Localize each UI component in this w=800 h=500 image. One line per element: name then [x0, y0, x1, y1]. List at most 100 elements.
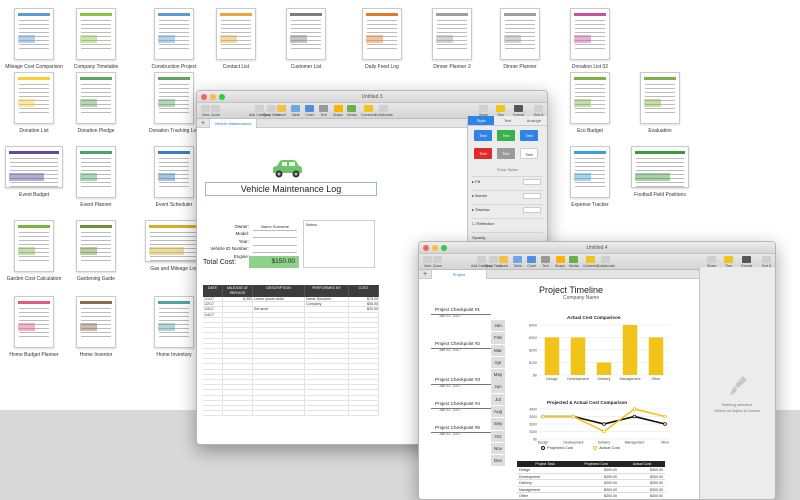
table-cell[interactable] — [253, 312, 305, 317]
table-cell[interactable] — [203, 322, 223, 328]
zoom-button[interactable] — [441, 245, 447, 251]
template-item[interactable]: Gardening Guide — [66, 220, 126, 282]
template-item[interactable]: Donation List 02 — [560, 8, 620, 70]
close-button[interactable] — [423, 245, 429, 251]
table-cell[interactable] — [223, 317, 253, 322]
toolbar-shape-button[interactable]: Shape — [555, 256, 565, 268]
bar[interactable] — [570, 337, 586, 376]
total-cost-value[interactable]: $150.00 — [249, 256, 299, 268]
table-cell[interactable]: Other — [517, 493, 573, 499]
table-cell[interactable] — [349, 322, 379, 328]
toolbar-chart-button[interactable]: Chart — [527, 256, 536, 268]
template-item[interactable]: Dinner Planner 2 — [422, 8, 482, 70]
text-style-swatch[interactable]: Text — [520, 130, 538, 141]
table-cell[interactable] — [203, 348, 223, 354]
inspector-row-reflection[interactable]: ☐ Reflection — [472, 218, 543, 228]
table-cell[interactable] — [305, 322, 349, 328]
table-cell[interactable] — [305, 338, 349, 343]
table-cell[interactable] — [305, 312, 349, 317]
table-cell[interactable] — [203, 359, 223, 364]
template-item[interactable]: Event Budget — [4, 146, 64, 198]
table-cell[interactable] — [223, 302, 253, 307]
table-cell[interactable]: $300.00 — [619, 480, 665, 486]
title-bar[interactable]: Untitled 4 — [419, 242, 775, 254]
table-cell[interactable] — [253, 374, 305, 379]
table-cell[interactable] — [253, 405, 305, 411]
toolbar-shape-button[interactable]: Shape — [333, 105, 343, 117]
data-point[interactable] — [571, 414, 576, 419]
table-cell[interactable] — [305, 390, 349, 395]
table-cell[interactable]: Lorem ipsum dolor — [253, 297, 305, 302]
template-item[interactable]: Donation Tracking Log — [144, 72, 204, 134]
table-cell[interactable] — [349, 380, 379, 385]
close-button[interactable] — [201, 94, 207, 100]
table-cell[interactable] — [349, 312, 379, 317]
toolbar-media-button[interactable]: Media — [569, 256, 579, 268]
table-cell[interactable] — [349, 333, 379, 338]
table-cell[interactable] — [305, 395, 349, 400]
data-point[interactable] — [602, 422, 606, 426]
minimize-button[interactable] — [210, 94, 216, 100]
show-styles-label[interactable]: Show Styles — [468, 168, 547, 172]
table-cell[interactable] — [203, 380, 223, 385]
table-cell[interactable] — [305, 343, 349, 348]
template-item[interactable]: Eco Budget — [560, 72, 620, 134]
table-cell[interactable] — [305, 328, 349, 333]
toolbar-zoom-button[interactable]: Zoom — [433, 256, 442, 268]
table-cell[interactable] — [223, 307, 253, 312]
table-cell[interactable] — [305, 405, 349, 411]
table-cell[interactable] — [349, 395, 379, 400]
table-cell[interactable] — [203, 385, 223, 390]
field-input[interactable] — [253, 244, 297, 246]
table-cell[interactable] — [253, 364, 305, 369]
table-cell[interactable]: Delivery — [517, 480, 573, 486]
table-cell[interactable] — [253, 317, 305, 322]
table-cell[interactable]: $300.00 — [619, 467, 665, 473]
checkpoint[interactable]: Project Checkpoint #2 Jan 22, 2017 — [431, 341, 491, 352]
table-cell[interactable] — [223, 343, 253, 348]
checkpoint[interactable]: Project Checkpoint #3 Jan 22, 2017 — [431, 377, 491, 388]
table-cell[interactable] — [203, 400, 223, 405]
table-cell[interactable]: Management — [517, 487, 573, 493]
table-cell[interactable] — [349, 400, 379, 405]
toolbar-table-button[interactable]: Table — [291, 105, 300, 117]
bar[interactable] — [648, 337, 664, 376]
data-point[interactable] — [663, 422, 667, 426]
table-cell[interactable]: $300.00 — [573, 480, 619, 486]
table-cell[interactable] — [223, 400, 253, 405]
table-cell[interactable] — [203, 354, 223, 359]
table-cell[interactable] — [305, 400, 349, 405]
table-cell[interactable] — [203, 369, 223, 374]
column-header[interactable]: PERFORMED BY — [305, 285, 349, 297]
table-cell[interactable]: $300.00 — [619, 474, 665, 480]
bar[interactable] — [622, 325, 638, 375]
table-cell[interactable] — [223, 322, 253, 328]
table-cell[interactable]: $300.00 — [619, 493, 665, 499]
text-style-swatch[interactable]: Text — [497, 130, 515, 141]
template-item[interactable]: Expense Tracker — [560, 146, 620, 208]
table-cell[interactable] — [203, 395, 223, 400]
table-cell[interactable] — [305, 385, 349, 390]
table-cell[interactable]: $55.00 — [349, 302, 379, 307]
table-cell[interactable]: $300.00 — [573, 474, 619, 480]
table-cell[interactable] — [223, 338, 253, 343]
table-cell[interactable] — [305, 411, 349, 416]
add-sheet-button[interactable]: + — [201, 119, 205, 128]
template-item[interactable]: Garden Cost Calculation — [4, 220, 64, 282]
table-cell[interactable] — [253, 302, 305, 307]
table-cell[interactable] — [349, 354, 379, 359]
title-bar[interactable]: Untitled 3 — [197, 91, 547, 103]
table-cell[interactable] — [349, 405, 379, 411]
table-cell[interactable] — [349, 338, 379, 343]
table-cell[interactable] — [253, 369, 305, 374]
bar[interactable] — [544, 337, 560, 376]
table-cell[interactable] — [223, 328, 253, 333]
field-input[interactable] — [253, 230, 297, 231]
template-item[interactable]: Customer List — [276, 8, 336, 70]
table-cell[interactable]: 1/3/17 — [203, 307, 223, 312]
bar-chart[interactable]: $0 $100 $200 $300 $400 Design Development Deliv… — [517, 321, 673, 391]
table-cell[interactable] — [349, 411, 379, 416]
table-cell[interactable] — [253, 359, 305, 364]
table-cell[interactable] — [305, 317, 349, 322]
table-cell[interactable] — [253, 328, 305, 333]
